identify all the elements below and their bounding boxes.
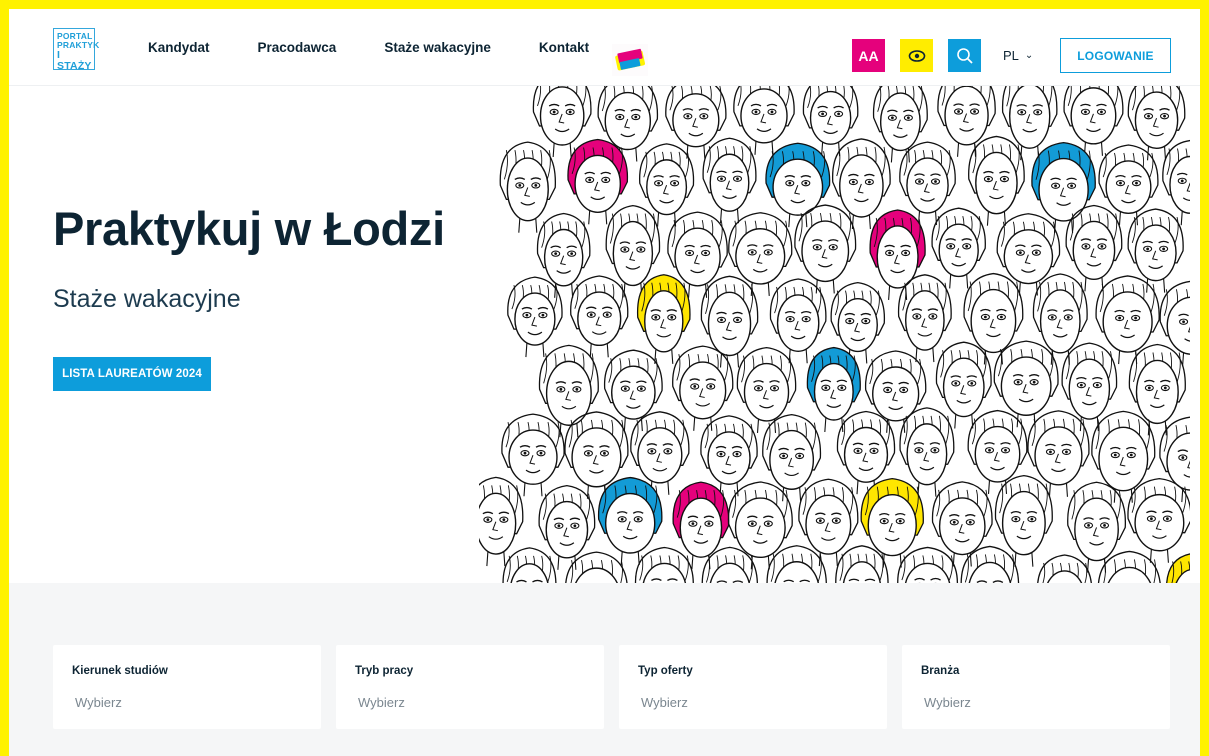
face-sketch [931,207,986,289]
language-value: PL [1003,48,1019,63]
face-sketch [968,135,1025,226]
face-sketch [672,481,730,570]
logo-line-2: PRAKTYK [57,40,100,50]
filter-select-value[interactable]: Wybierz [358,695,405,710]
face-sketch [967,409,1028,494]
face-sketch [637,274,691,364]
face-sketch [1031,141,1096,233]
hero-illustration [479,86,1190,583]
face-sketch [507,276,563,358]
nav-item-kandydat[interactable]: Kandydat [148,40,210,55]
face-sketch [806,346,861,433]
eye-icon [908,49,925,62]
face-sketch [1037,554,1092,583]
face-sketch [1127,208,1184,293]
face-sketch [1128,343,1186,436]
face-sketch [897,546,958,583]
filter-select-value[interactable]: Wybierz [641,695,688,710]
chevron-down-icon: ⌄ [1024,50,1034,61]
site-header: PORTAL PRAKTYK I STAŻY Kandydat Pracodaw… [9,9,1200,86]
filter-kierunek-studiow[interactable]: Kierunek studiów Wybierz [53,645,321,729]
face-sketch [702,137,757,224]
face-sketch [733,86,795,155]
face-sketch [931,481,993,567]
hero-title: Praktykuj w Łodzi [53,202,445,255]
face-sketch [762,413,822,502]
face-sketch [1127,86,1186,161]
face-sketch [798,478,859,567]
filter-panel: Kierunek studiów Wybierz Tryb pracy Wybi… [9,583,1200,756]
filter-select-value[interactable]: Wybierz [924,695,971,710]
filter-label: Kierunek studiów [72,665,168,677]
language-select[interactable]: PL ⌄ [1003,39,1033,72]
mlodzi-w-lodzi-badge[interactable] [612,44,648,76]
site-logo[interactable]: PORTAL PRAKTYK I STAŻY [53,28,100,72]
filter-select-value[interactable]: Wybierz [75,695,122,710]
mlodzi-w-lodzi-logo-icon [615,48,645,71]
face-sketch [570,275,629,358]
filter-label: Branża [921,665,960,677]
nav-item-staze-wakacyjne[interactable]: Staże wakacyjne [384,40,491,55]
nav-item-pracodawca[interactable]: Pracodawca [258,40,337,55]
filter-typ-oferty[interactable]: Typ oferty Wybierz [619,645,887,729]
face-sketch [1091,410,1156,503]
face-sketch [1032,273,1088,365]
face-sketch [898,274,952,363]
face-sketch [994,474,1053,567]
face-sketch [639,143,695,227]
logo-line-3: I STAŻY [57,49,92,72]
face-sketch [993,340,1059,428]
font-size-icon: AA [858,47,879,64]
laureates-list-button[interactable]: LISTA LAUREATÓW 2024 [53,357,211,391]
filter-label: Typ oferty [638,665,693,677]
face-sketch [634,546,694,583]
face-sketch [1127,477,1190,563]
face-sketch [499,141,556,233]
face-sketch [765,142,831,228]
contrast-button[interactable] [900,39,933,72]
face-sketch [536,212,591,298]
search-icon [956,47,973,64]
face-sketch [865,350,927,433]
face-sketch [869,209,926,300]
face-sketch [860,478,924,568]
face-sketch [872,86,928,163]
nav-item-kontakt[interactable]: Kontakt [539,40,589,55]
hero-subtitle: Staże wakacyjne [53,285,241,313]
face-sketch [963,272,1024,365]
face-sketch [665,86,727,159]
search-button[interactable] [948,39,981,72]
font-size-button[interactable]: AA [852,39,885,72]
face-sketch [937,86,996,157]
face-sketch [728,212,793,296]
face-sketch [672,345,734,431]
filter-label: Tryb pracy [355,665,414,677]
face-sketch [604,349,663,432]
filter-branza[interactable]: Branża Wybierz [902,645,1170,729]
main-nav: Kandydat Pracodawca Staże wakacyjne Kont… [148,9,637,86]
filter-tryb-pracy[interactable]: Tryb pracy Wybierz [336,645,604,729]
face-sketch [996,213,1061,296]
login-button[interactable]: LOGOWANIE [1060,38,1171,73]
page: PORTAL PRAKTYK I STAŻY Kandydat Pracodaw… [9,9,1200,756]
face-sketch [802,86,859,157]
face-sketch [1166,553,1190,583]
face-sketch [598,476,663,566]
crowd-faces-image [479,86,1190,583]
face-sketch [1098,144,1159,226]
face-sketch [736,346,797,433]
face-sketch [1061,342,1118,432]
face-sketch [832,138,891,230]
face-sketch [502,547,557,583]
